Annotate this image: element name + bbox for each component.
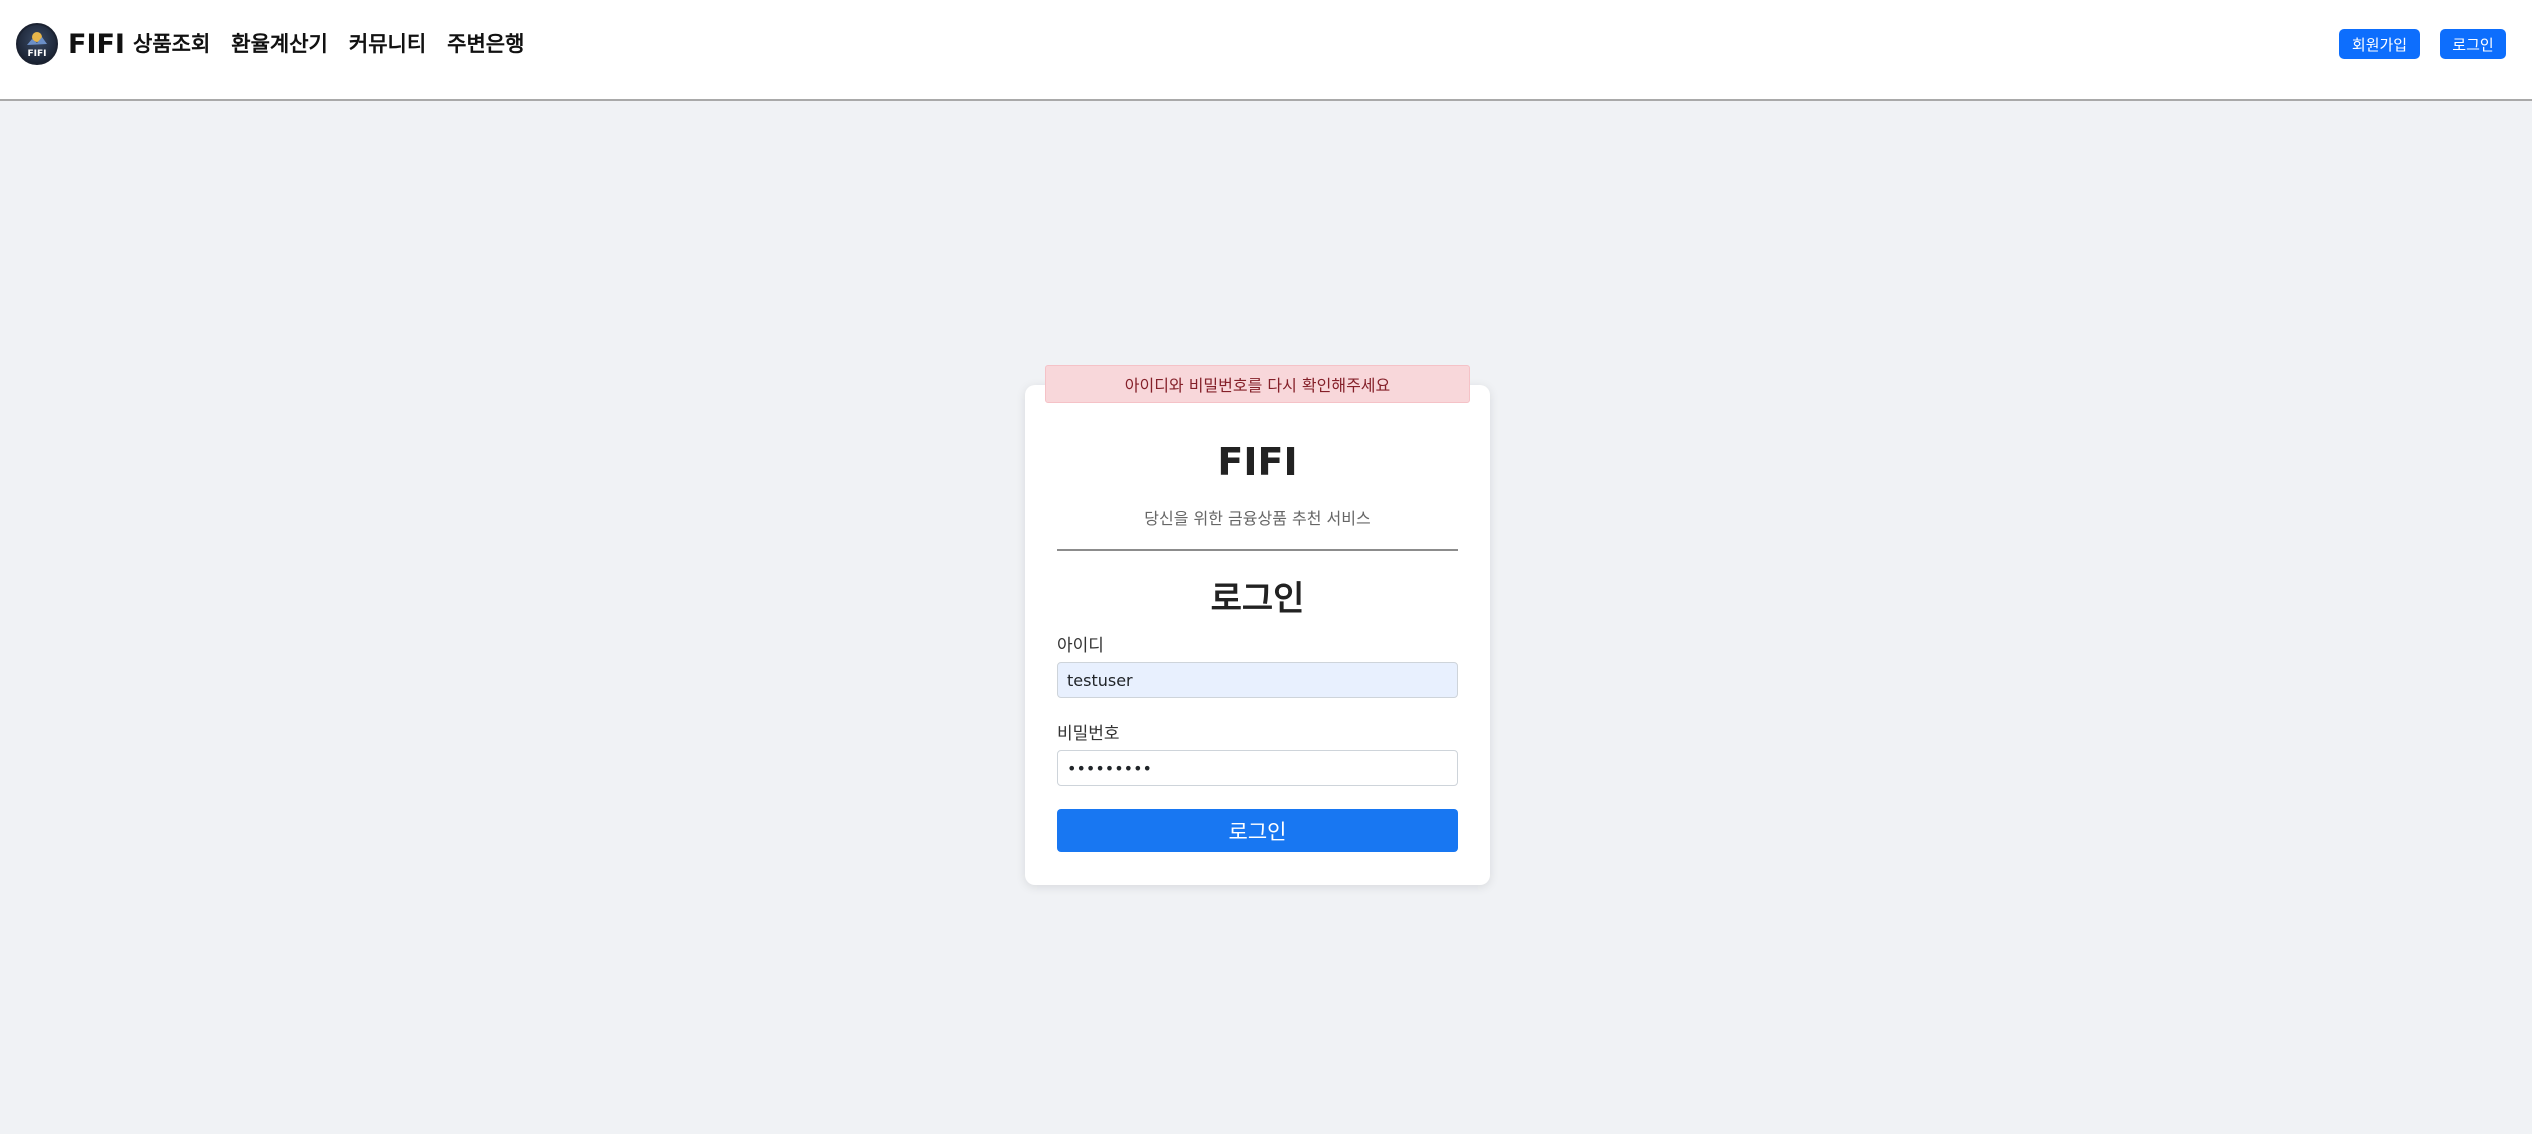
username-input[interactable] (1057, 662, 1458, 698)
login-submit-button[interactable]: 로그인 (1057, 809, 1458, 852)
svg-text:FIFI: FIFI (28, 49, 47, 59)
main-nav: 상품조회 환율계산기 커뮤니티 주변은행 (133, 28, 524, 58)
brand[interactable]: FIFI FIFI (16, 22, 125, 66)
password-label: 비밀번호 (1057, 724, 1120, 744)
login-heading: 로그인 (1210, 579, 1305, 619)
brand-logo-icon: FIFI (16, 23, 58, 65)
signup-button[interactable]: 회원가입 (2339, 29, 2420, 59)
brand-name: FIFI (68, 28, 125, 60)
login-error-alert: 아이디와 비밀번호를 다시 확인해주세요 (1045, 365, 1470, 403)
top-navbar: FIFI FIFI 상품조회 환율계산기 커뮤니티 주변은행 회원가입 로그인 (0, 0, 2532, 101)
nav-products[interactable]: 상품조회 (133, 28, 210, 58)
nav-nearby-banks[interactable]: 주변은행 (447, 28, 524, 58)
username-label: 아이디 (1057, 636, 1104, 656)
nav-exchange-calculator[interactable]: 환율계산기 (231, 28, 328, 58)
card-title: FIFI (1217, 440, 1298, 484)
auth-buttons: 회원가입 로그인 (2339, 29, 2506, 59)
card-subtitle: 당신을 위한 금융상품 추천 서비스 (1144, 509, 1371, 528)
header-login-button[interactable]: 로그인 (2440, 29, 2506, 59)
password-input[interactable] (1057, 750, 1458, 786)
nav-community[interactable]: 커뮤니티 (349, 28, 426, 58)
divider (1057, 549, 1458, 551)
login-card: FIFI 당신을 위한 금융상품 추천 서비스 로그인 아이디 비밀번호 로그인 (1025, 385, 1490, 885)
